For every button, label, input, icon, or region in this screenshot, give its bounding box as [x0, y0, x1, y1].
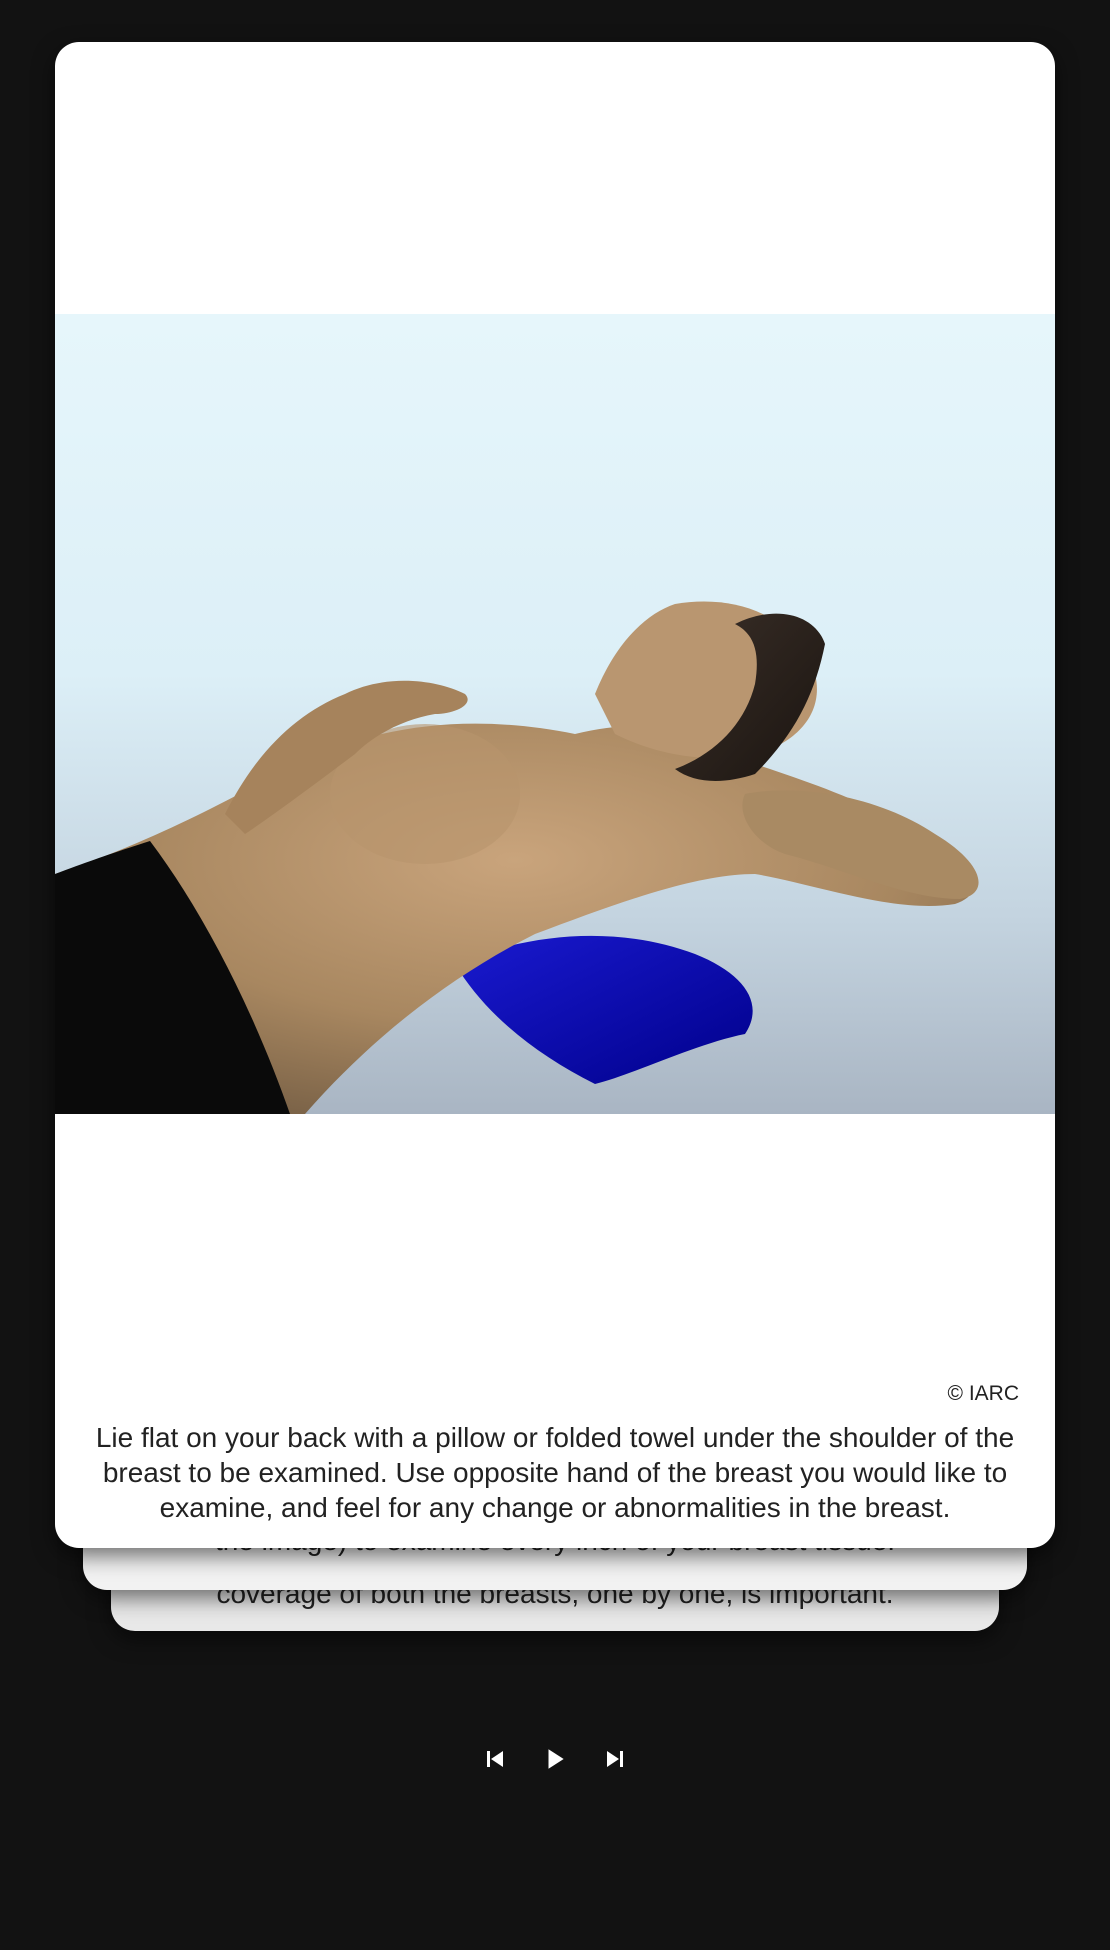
play-icon[interactable] [540, 1744, 570, 1774]
slide-illustration [55, 314, 1055, 1114]
slide-caption: Lie flat on your back with a pillow or f… [95, 1422, 1015, 1523]
slideshow-screen: coverage of both the breasts, one by one… [0, 0, 1110, 1950]
skip-previous-icon[interactable] [480, 1744, 510, 1774]
slide-card-current[interactable]: © IARC Lie flat on your back with a pill… [55, 42, 1055, 1548]
skip-next-icon[interactable] [600, 1744, 630, 1774]
copyright-label: © IARC [947, 1382, 1019, 1405]
playback-controls [0, 1744, 1110, 1774]
